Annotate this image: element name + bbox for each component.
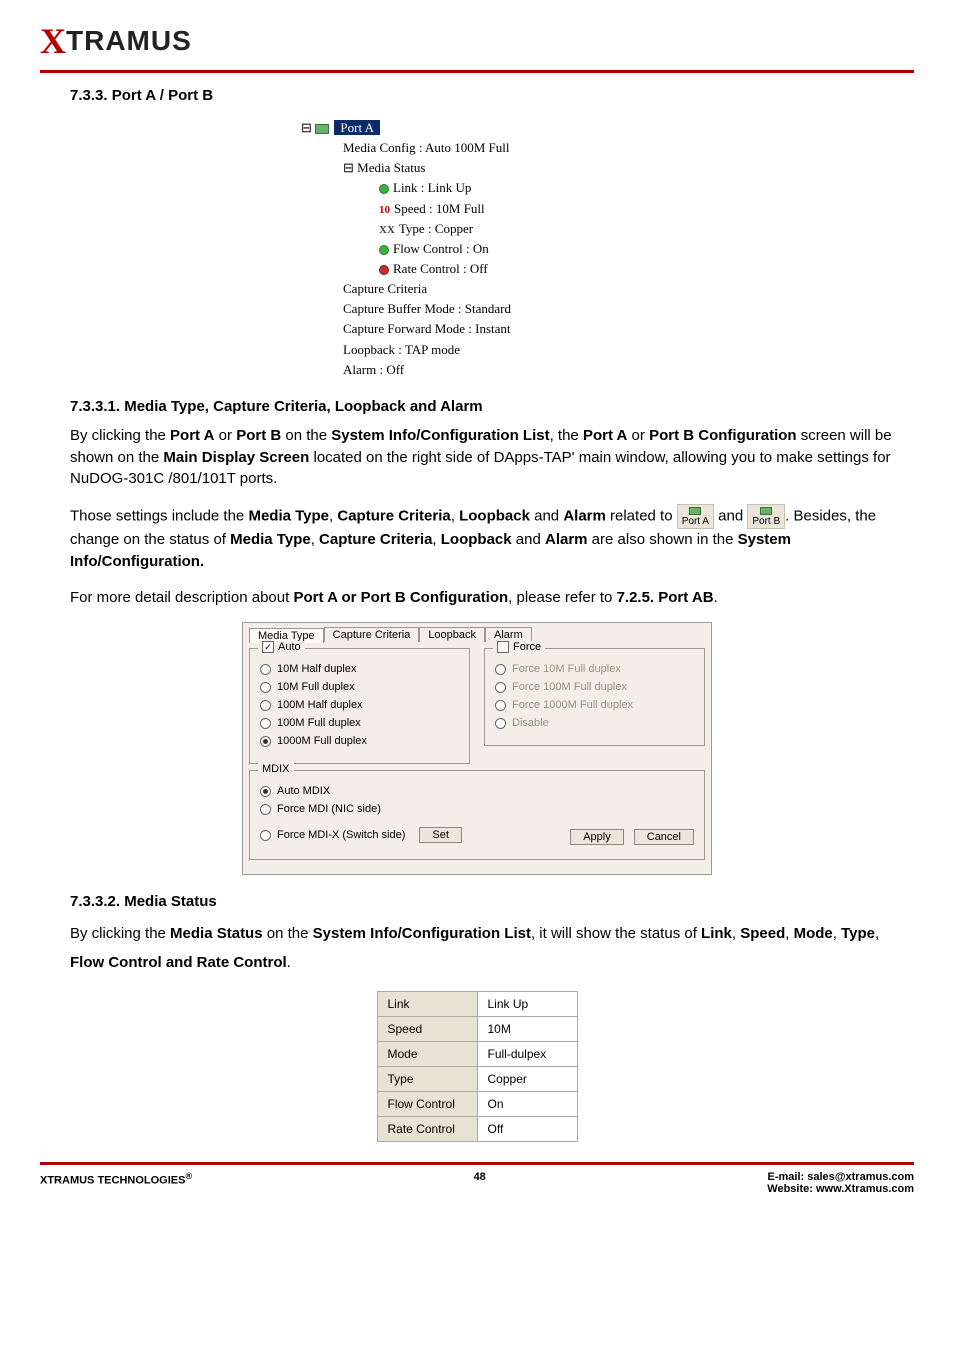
table-row: TypeCopper — [377, 1067, 577, 1092]
paragraph-3: For more detail description about Port A… — [70, 587, 914, 609]
radio-10m-full[interactable] — [260, 682, 271, 693]
radio-1000m-full[interactable] — [260, 736, 271, 747]
table-row: LinkLink Up — [377, 992, 577, 1017]
table-row: ModeFull-dulpex — [377, 1042, 577, 1067]
radio-force-1000m[interactable] — [495, 700, 506, 711]
radio-auto-mdix[interactable] — [260, 786, 271, 797]
tree-capture-criteria: Capture Criteria — [287, 279, 667, 299]
apply-button[interactable]: Apply — [570, 829, 624, 845]
radio-disable[interactable] — [495, 718, 506, 729]
status-dot-green — [379, 245, 389, 255]
paragraph-1: By clicking the Port A or Port B on the … — [70, 425, 914, 490]
media-type-panel: Media Type Capture Criteria Loopback Ala… — [242, 622, 712, 875]
inline-port-b-icon: Port B — [747, 504, 785, 529]
tree-speed: Speed : 10M Full — [394, 201, 485, 216]
speed-icon: 10 — [379, 204, 390, 216]
force-checkbox[interactable] — [497, 641, 509, 653]
tabs-row: Media Type Capture Criteria Loopback Ala… — [249, 627, 705, 642]
tree-capture-buffer: Capture Buffer Mode : Standard — [287, 299, 667, 319]
type-icon: XX — [379, 224, 395, 236]
auto-fieldset: ✓ Auto 10M Half duplex 10M Full duplex 1… — [249, 648, 470, 764]
table-row: Speed10M — [377, 1017, 577, 1042]
footer-page: 48 — [192, 1171, 767, 1183]
subheading-1: 7.3.3.1. Media Type, Capture Criteria, L… — [70, 398, 914, 415]
table-row: Rate ControlOff — [377, 1117, 577, 1142]
radio-force-mdi[interactable] — [260, 804, 271, 815]
table-row: Flow ControlOn — [377, 1092, 577, 1117]
tab-alarm[interactable]: Alarm — [485, 627, 532, 642]
radio-100m-full[interactable] — [260, 718, 271, 729]
footer-right: E-mail: sales@xtramus.com Website: www.X… — [767, 1171, 914, 1195]
port-icon — [315, 124, 329, 134]
header-rule — [40, 70, 914, 73]
logo-x: X — [40, 20, 66, 62]
inline-port-a-icon: Port A — [677, 504, 714, 529]
status-dot-green — [379, 184, 389, 194]
cancel-button[interactable]: Cancel — [634, 829, 694, 845]
paragraph-4: By clicking the Media Status on the Syst… — [70, 920, 914, 977]
tree-rate: Rate Control : Off — [393, 261, 488, 276]
subheading-2: 7.3.3.2. Media Status — [70, 893, 914, 910]
media-status-table: LinkLink Up Speed10M ModeFull-dulpex Typ… — [377, 991, 578, 1142]
footer: XTRAMUS TECHNOLOGIES® 48 E-mail: sales@x… — [40, 1165, 914, 1195]
tree-link: Link : Link Up — [393, 180, 471, 195]
tree-media-config: Media Config : Auto 100M Full — [287, 138, 667, 158]
tree-flow: Flow Control : On — [393, 241, 489, 256]
radio-force-mdix[interactable] — [260, 830, 271, 841]
set-button[interactable]: Set — [419, 827, 462, 843]
tree-media-status: Media Status — [357, 160, 425, 175]
tab-capture-criteria[interactable]: Capture Criteria — [324, 627, 420, 642]
radio-10m-half[interactable] — [260, 664, 271, 675]
auto-checkbox[interactable]: ✓ — [262, 641, 274, 653]
radio-force-10m[interactable] — [495, 664, 506, 675]
tree-view: ⊟ Port A Media Config : Auto 100M Full ⊟… — [287, 118, 667, 380]
section-title: 7.3.3. Port A / Port B — [70, 87, 914, 104]
status-dot-red — [379, 265, 389, 275]
mdix-fieldset: MDIX Auto MDIX Force MDI (NIC side) Forc… — [249, 770, 705, 860]
force-fieldset: Force Force 10M Full duplex Force 100M F… — [484, 648, 705, 746]
tree-loopback: Loopback : TAP mode — [287, 340, 667, 360]
footer-left: XTRAMUS TECHNOLOGIES® — [40, 1171, 192, 1187]
logo-text: TRAMUS — [66, 25, 192, 57]
tree-alarm: Alarm : Off — [287, 360, 667, 380]
tree-type: Type : Copper — [399, 221, 473, 236]
logo: X TRAMUS — [40, 20, 914, 62]
tree-port-a: Port A — [334, 120, 380, 135]
radio-force-100m[interactable] — [495, 682, 506, 693]
tree-capture-forward: Capture Forward Mode : Instant — [287, 319, 667, 339]
tab-loopback[interactable]: Loopback — [419, 627, 485, 642]
radio-100m-half[interactable] — [260, 700, 271, 711]
paragraph-2: Those settings include the Media Type, C… — [70, 504, 914, 573]
